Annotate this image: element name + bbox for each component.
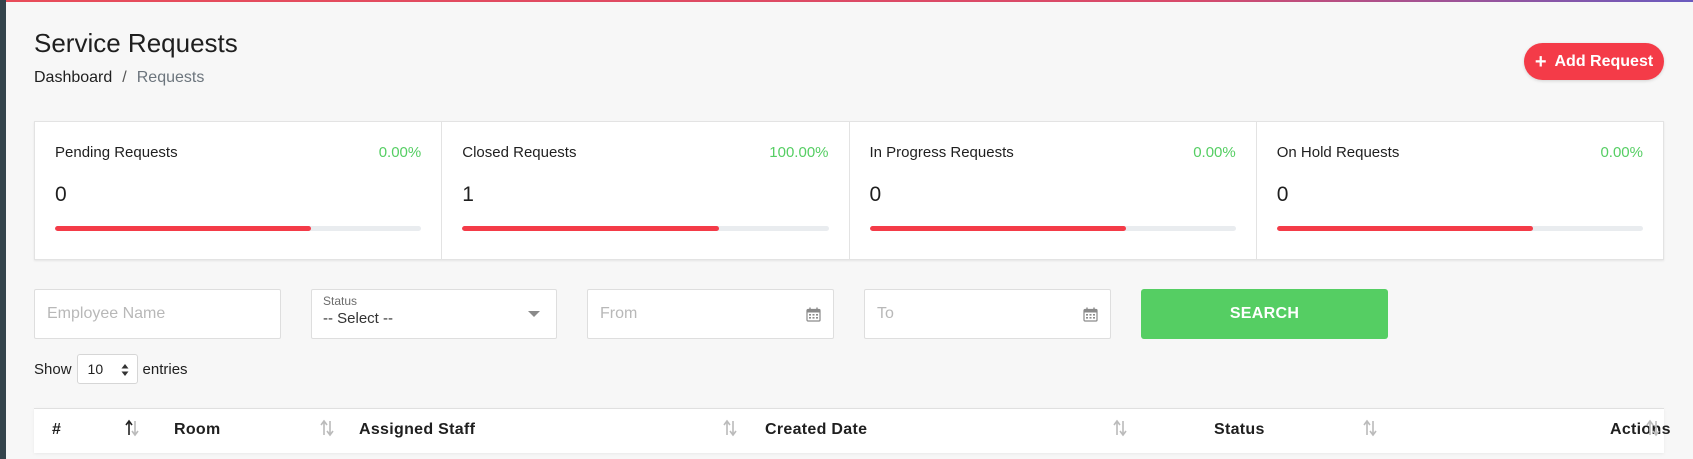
from-date-input[interactable]: [588, 290, 833, 338]
column-label: Status: [1214, 421, 1265, 438]
stat-card-closed: Closed Requests 100.00% 1: [442, 122, 850, 259]
stat-value: 1: [462, 183, 474, 206]
progress-fill: [462, 226, 719, 231]
column-header-assigned-staff[interactable]: Assigned Staff: [359, 409, 759, 454]
progress-fill: [1276, 226, 1534, 231]
add-request-button[interactable]: + Add Request: [1524, 43, 1664, 80]
stat-card-on-hold: On Hold Requests 0.00% 0: [1257, 122, 1663, 259]
progress-bar: [1276, 226, 1643, 231]
progress-bar: [869, 226, 1236, 231]
from-date-field: [587, 289, 834, 339]
stat-title: On Hold Requests: [1276, 144, 1400, 161]
column-label: Actions: [1610, 421, 1671, 438]
chevron-down-icon: [528, 311, 540, 317]
stats-panel: Pending Requests 0.00% 0 Closed Requests…: [34, 121, 1664, 260]
column-header-created-date[interactable]: Created Date: [765, 409, 1165, 454]
calendar-icon[interactable]: [1083, 307, 1098, 322]
status-value: -- Select --: [323, 310, 394, 327]
select-arrows-icon: [121, 364, 129, 376]
show-label: Show: [34, 360, 72, 378]
column-header-status[interactable]: Status: [1214, 409, 1414, 454]
table-header: # Room Assigned Staff Created Date Statu…: [34, 408, 1670, 454]
sort-icon: [723, 419, 737, 437]
calendar-icon[interactable]: [806, 307, 821, 322]
column-header-room[interactable]: Room: [174, 409, 374, 454]
stat-percent: 0.00%: [1193, 144, 1236, 161]
progress-bar: [55, 226, 422, 231]
progress-fill: [869, 226, 1126, 231]
stat-percent: 100.00%: [769, 144, 829, 161]
stat-percent: 0.00%: [378, 144, 422, 161]
employee-name-field: [34, 289, 281, 339]
entries-select[interactable]: 10: [76, 354, 138, 384]
column-label: Assigned Staff: [359, 421, 476, 438]
stat-card-in-progress: In Progress Requests 0.00% 0: [850, 122, 1257, 259]
plus-icon: +: [1534, 50, 1547, 73]
sort-icon: [320, 419, 334, 437]
to-date-input[interactable]: [865, 290, 1110, 338]
column-header-actions[interactable]: Actions: [1534, 409, 1670, 454]
entries-value: 10: [87, 361, 104, 377]
page-title: Service Requests: [34, 28, 238, 58]
entries-length-control: Show 10 entries: [34, 354, 188, 384]
sort-icon: [1646, 419, 1660, 437]
progress-fill: [55, 226, 312, 231]
search-button[interactable]: SEARCH: [1141, 289, 1388, 339]
sort-icon: [1363, 419, 1377, 437]
entries-label: entries: [142, 360, 188, 378]
stat-value: 0: [1276, 183, 1289, 206]
sort-icon: [1113, 419, 1127, 437]
column-label: Room: [174, 421, 221, 438]
breadcrumb: Dashboard / Requests: [34, 69, 204, 87]
status-select[interactable]: Status -- Select --: [311, 289, 557, 339]
stat-title: In Progress Requests: [869, 144, 1014, 161]
column-label: #: [52, 421, 62, 438]
stat-value: 0: [869, 183, 882, 206]
column-header-number[interactable]: #: [34, 409, 174, 454]
employee-name-input[interactable]: [35, 290, 280, 338]
stat-title: Pending Requests: [55, 144, 178, 161]
breadcrumb-separator: /: [122, 69, 127, 86]
stat-value: 0: [55, 183, 67, 206]
stat-title: Closed Requests: [462, 144, 577, 161]
add-request-label: Add Request: [1554, 52, 1654, 70]
breadcrumb-current: Requests: [136, 69, 205, 86]
top-accent-line: [0, 0, 1693, 2]
breadcrumb-dashboard[interactable]: Dashboard: [34, 69, 112, 87]
progress-bar: [462, 226, 829, 231]
status-label: Status: [323, 294, 358, 308]
stat-card-pending: Pending Requests 0.00% 0: [35, 122, 443, 259]
sidebar-edge: [0, 0, 6, 459]
stat-percent: 0.00%: [1600, 144, 1643, 161]
sort-asc-icon: [125, 419, 139, 437]
to-date-field: [864, 289, 1111, 339]
column-label: Created Date: [765, 421, 868, 438]
